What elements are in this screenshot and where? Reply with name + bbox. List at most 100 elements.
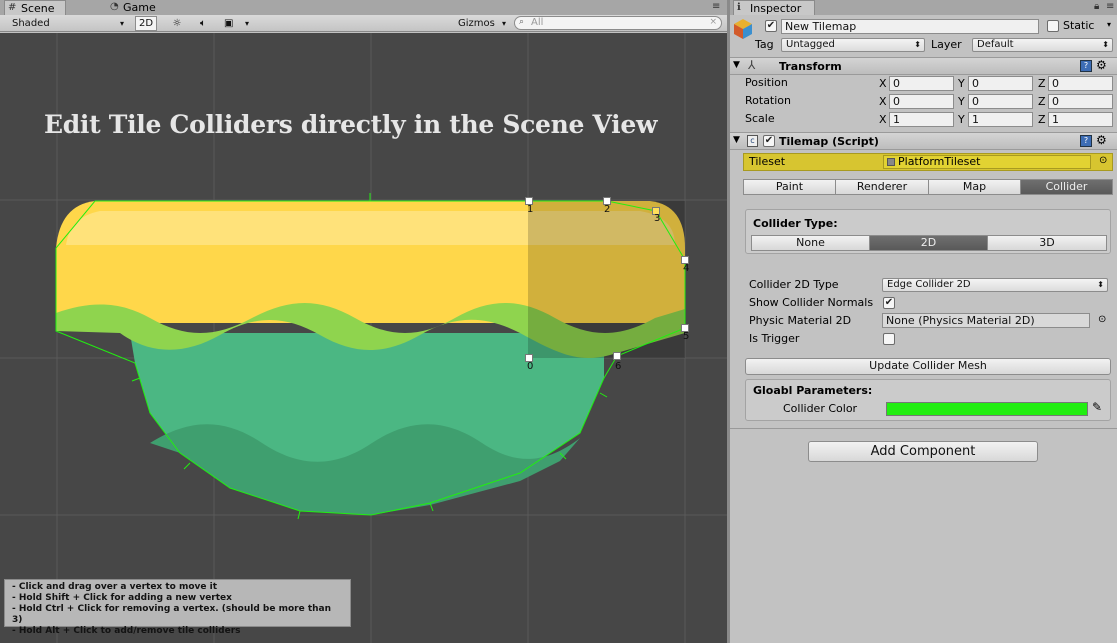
axis-z-label: Z <box>1038 77 1046 90</box>
physic-material-field[interactable]: None (Physics Material 2D) <box>882 313 1090 328</box>
chevron-down-icon: ▾ <box>119 19 124 28</box>
chevron-down-icon: ⬍ <box>1102 40 1109 49</box>
scene-caption: Edit Tile Colliders directly in the Scen… <box>44 110 658 139</box>
is-trigger-checkbox[interactable] <box>883 333 895 345</box>
help-box: - Click and drag over a vertex to move i… <box>4 579 351 636</box>
tab-map[interactable]: Map <box>928 179 1021 195</box>
gizmos-label: Gizmos <box>458 18 495 29</box>
vertex-handle-6[interactable] <box>613 352 621 360</box>
collider-2d-type-dropdown[interactable]: Edge Collider 2D ⬍ <box>882 278 1108 292</box>
physic-material-label: Physic Material 2D <box>749 314 852 327</box>
layer-label: Layer <box>931 38 962 51</box>
vertex-label-5: 5 <box>683 331 690 342</box>
active-checkbox[interactable]: ✔ <box>765 20 777 32</box>
rotation-z-field[interactable]: 0 <box>1048 94 1113 109</box>
rotation-y-field[interactable]: 0 <box>968 94 1033 109</box>
update-collider-mesh-label: Update Collider Mesh <box>869 359 987 372</box>
help-line: - Click and drag over a vertex to move i… <box>12 582 218 592</box>
foldout-arrow-icon: ▼ <box>733 135 740 145</box>
mode-2d-toggle[interactable]: 2D <box>135 16 157 31</box>
collider-type-3d-label: 3D <box>1039 236 1055 249</box>
tab-inspector[interactable]: ℹ Inspector <box>733 0 815 15</box>
layer-dropdown[interactable]: Default ⬍ <box>972 38 1113 52</box>
help-book-icon[interactable]: ? <box>1080 135 1092 147</box>
gear-icon[interactable]: ⚙ <box>1096 133 1107 147</box>
axis-z-label: Z <box>1038 113 1046 126</box>
vertex-label-3: 3 <box>654 213 661 224</box>
help-line: - Hold Shift + Click for adding a new ve… <box>12 593 232 603</box>
scale-z-field[interactable]: 1 <box>1048 112 1113 127</box>
scene-viewport[interactable]: Edit Tile Colliders directly in the Scen… <box>0 33 727 643</box>
tileset-field[interactable]: PlatformTileset <box>883 155 1091 169</box>
position-x-field[interactable]: 0 <box>889 76 954 91</box>
collider-color-label: Collider Color <box>783 402 858 415</box>
tileset-row: Tileset PlatformTileset ⊙ <box>743 153 1113 171</box>
transform-title: Transform <box>779 60 842 73</box>
panel-menu-icon[interactable]: ≡ <box>1106 1 1114 12</box>
tileset-value: PlatformTileset <box>898 155 981 168</box>
chevron-down-icon: ▾ <box>501 19 506 28</box>
tab-collider[interactable]: Collider <box>1020 179 1113 195</box>
collider-color-swatch[interactable] <box>886 402 1088 416</box>
collider-type-none[interactable]: None <box>751 235 870 251</box>
tilemap-script-header[interactable]: ▼ c ✔ Tilemap (Script) ? ⚙ <box>730 132 1117 150</box>
tab-map-label: Map <box>962 180 987 193</box>
tab-game[interactable]: ◔ Game <box>107 0 167 15</box>
static-checkbox[interactable] <box>1047 20 1059 32</box>
audio-toggle[interactable]: 🔈︎ <box>192 16 214 31</box>
pacman-icon: ◔ <box>110 1 119 12</box>
help-book-icon[interactable]: ? <box>1080 60 1092 72</box>
chevron-down-icon: ⬍ <box>1097 280 1104 289</box>
script-enabled-checkbox[interactable]: ✔ <box>763 135 775 147</box>
eyedropper-icon[interactable]: ✎ <box>1092 400 1102 414</box>
tab-paint[interactable]: Paint <box>743 179 836 195</box>
collider-type-3d[interactable]: 3D <box>987 235 1107 251</box>
position-z-field[interactable]: 0 <box>1048 76 1113 91</box>
scale-y-field[interactable]: 1 <box>968 112 1033 127</box>
collider-type-none-label: None <box>796 236 825 249</box>
tab-renderer-label: Renderer <box>856 180 908 193</box>
lighting-toggle[interactable]: ☼ <box>166 16 188 31</box>
gameobject-icon <box>733 18 753 40</box>
clear-search-icon[interactable]: × <box>709 17 717 27</box>
transform-header[interactable]: ▼ ⅄ Transform ? ⚙ <box>730 57 1117 75</box>
help-line: - Hold Alt + Click to add/remove tile co… <box>12 626 241 636</box>
axis-y-label: Y <box>958 95 965 108</box>
vertex-label-0: 0 <box>527 361 534 372</box>
shading-dropdown[interactable]: Shaded ▾ <box>2 16 127 31</box>
chevron-down-icon: ⬍ <box>914 40 921 49</box>
effects-dropdown[interactable]: ▣ ▾ <box>220 16 252 31</box>
axis-y-label: Y <box>958 77 965 90</box>
panel-menu-icon[interactable]: ≡ <box>712 1 720 12</box>
collider-type-2d[interactable]: 2D <box>869 235 988 251</box>
global-params-label: Gloabl Parameters: <box>753 384 873 397</box>
scene-toolbar: Shaded ▾ 2D ☼ 🔈︎ ▣ ▾ Gizmos ▾ ⌕ All × <box>0 15 727 32</box>
tileset-label: Tileset <box>749 155 786 168</box>
object-picker-icon[interactable]: ⊙ <box>1098 314 1106 325</box>
position-y-field[interactable]: 0 <box>968 76 1033 91</box>
sun-icon: ☼ <box>172 18 182 29</box>
object-name-field[interactable]: New Tilemap <box>781 19 1039 34</box>
tab-renderer[interactable]: Renderer <box>835 179 929 195</box>
tileset-asset-icon <box>887 158 895 166</box>
scale-x-field[interactable]: 1 <box>889 112 954 127</box>
rotation-x-field[interactable]: 0 <box>889 94 954 109</box>
gear-icon[interactable]: ⚙ <box>1096 58 1107 72</box>
object-picker-icon[interactable]: ⊙ <box>1099 155 1107 166</box>
axis-y-label: Y <box>958 113 965 126</box>
tab-scene[interactable]: # Scene <box>4 0 66 15</box>
chevron-down-icon[interactable]: ▾ <box>1107 20 1111 29</box>
scene-search-field[interactable]: ⌕ All × <box>514 16 722 30</box>
chevron-down-icon: ▾ <box>244 19 249 28</box>
gizmos-dropdown[interactable]: Gizmos ▾ <box>455 16 509 31</box>
speaker-icon: 🔈︎ <box>200 18 206 29</box>
add-component-button[interactable]: Add Component <box>808 441 1038 462</box>
help-line: - Hold Ctrl + Click for removing a verte… <box>12 604 332 625</box>
lock-icon[interactable]: 🔒︎ <box>1094 1 1099 12</box>
axis-x-label: X <box>879 77 887 90</box>
tag-dropdown[interactable]: Untagged ⬍ <box>781 38 925 52</box>
update-collider-mesh-button[interactable]: Update Collider Mesh <box>745 358 1111 375</box>
tab-scene-label: Scene <box>21 2 55 15</box>
show-normals-checkbox[interactable]: ✔ <box>883 297 895 309</box>
position-label: Position <box>745 76 788 89</box>
